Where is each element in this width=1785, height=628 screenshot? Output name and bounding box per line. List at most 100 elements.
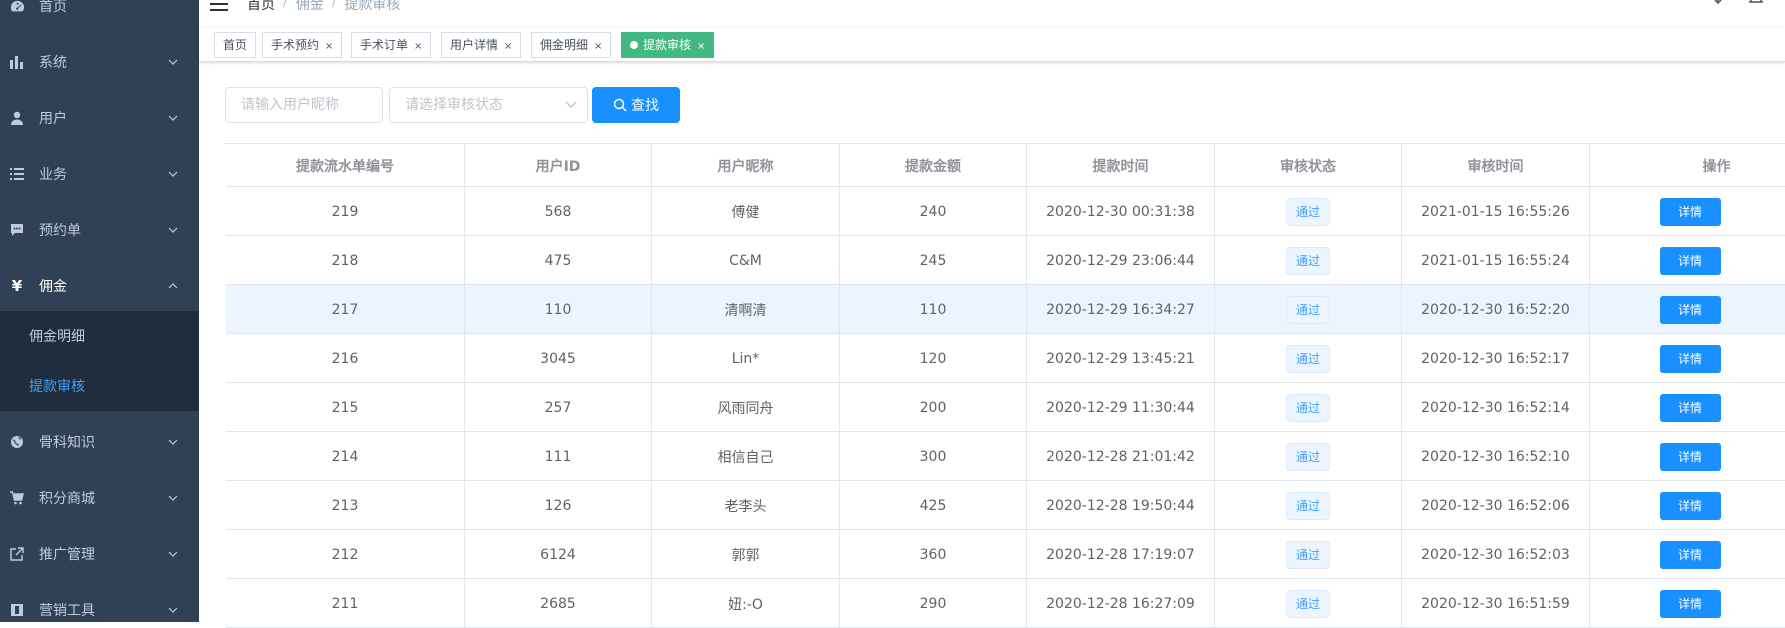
size-select-icon[interactable] (1707, 0, 1729, 10)
chevron-down-icon (168, 171, 178, 177)
breadcrumb-item-home[interactable]: 首页 (247, 0, 275, 14)
close-icon[interactable]: × (697, 35, 705, 59)
sidebar-item-points-mall[interactable]: 积分商城 (0, 470, 199, 526)
close-icon[interactable]: × (325, 35, 333, 59)
sidebar-subitem-label: 提款审核 (29, 379, 85, 395)
table-cell-time: 2020-12-29 16:34:27 (1027, 285, 1215, 334)
detail-button[interactable]: 详情 (1659, 295, 1721, 324)
status-cell: 通过 (1215, 530, 1402, 579)
sidebar-item-business[interactable]: 业务 (0, 146, 199, 202)
table-cell-id: 219 (226, 187, 465, 236)
tag-commission-detail[interactable]: 佣金明细 × (531, 32, 612, 59)
table-row[interactable]: 215 257 风雨同舟 200 2020-12-29 11:30:44 通过 2020-1… (226, 383, 1785, 432)
table-row[interactable]: 214 111 相信自己 300 2020-12-28 21:01:42 通过 2020-1… (226, 432, 1785, 481)
tag-withdraw-audit[interactable]: 提款审核 × (621, 32, 715, 59)
detail-button[interactable]: 详情 (1659, 491, 1721, 520)
sidebar: 首页 系统 用户 业务 预约单 ¥ 佣金 佣金明细 提款审核 骨科知识 积分商城… (0, 0, 199, 622)
table-cell-id: 216 (226, 334, 465, 383)
status-cell: 通过 (1215, 187, 1402, 236)
table-cell-nick: 相信自己 (652, 432, 840, 481)
sidebar-item-commission[interactable]: ¥ 佣金 (0, 258, 199, 314)
detail-button[interactable]: 详情 (1659, 442, 1721, 471)
sidebar-item-appointment[interactable]: 预约单 (0, 202, 199, 258)
sidebar-item-orthopedics[interactable]: 骨科知识 (0, 414, 199, 470)
status-badge: 通过 (1285, 589, 1330, 618)
tag-label: 提款审核 (643, 38, 692, 52)
table-cell-audit-time: 2020-12-30 16:52:10 (1402, 432, 1590, 481)
globe-icon (9, 434, 25, 450)
breadcrumb-item-commission[interactable]: 佣金 (296, 0, 324, 14)
status-badge: 通过 (1285, 540, 1330, 569)
action-cell: 详情 (1590, 236, 1785, 285)
table-cell-audit-time: 2020-12-30 16:52:06 (1402, 481, 1590, 530)
table-cell-time: 2020-12-29 13:45:21 (1027, 334, 1215, 383)
close-icon[interactable]: × (594, 35, 602, 59)
table-cell-id: 213 (226, 481, 465, 530)
table-row[interactable]: 212 6124 郭郭 360 2020-12-28 17:19:07 通过 2020-12… (226, 530, 1785, 579)
sidebar-item-user[interactable]: 用户 (0, 90, 199, 146)
sidebar-item-label: 营销工具 (39, 603, 95, 619)
detail-button[interactable]: 详情 (1659, 393, 1721, 422)
sidebar-item-marketing-tools[interactable]: 营销工具 (0, 582, 199, 622)
table-cell-nick: 傅健 (652, 187, 840, 236)
table-cell-id: 211 (226, 579, 465, 628)
table-cell-uid: 568 (465, 187, 652, 236)
table-cell-audit-time: 2020-12-30 16:52:14 (1402, 383, 1590, 432)
sidebar-item-home[interactable]: 首页 (0, 0, 199, 34)
table-cell-nick: 老李头 (652, 481, 840, 530)
action-cell: 详情 (1590, 432, 1785, 481)
table-cell-time: 2020-12-28 16:27:09 (1027, 579, 1215, 628)
tag-home[interactable]: 首页 (214, 32, 257, 58)
column-header: 用户ID (465, 144, 652, 187)
fullscreen-icon[interactable] (1668, 0, 1690, 10)
status-badge: 通过 (1285, 246, 1330, 275)
table-cell-audit-time: 2020-12-30 16:52:20 (1402, 285, 1590, 334)
table-cell-nick: C&M (652, 236, 840, 285)
table-cell-time: 2020-12-28 19:50:44 (1027, 481, 1215, 530)
table-row[interactable]: 216 3045 Lin* 120 2020-12-29 13:45:21 通过 2020-… (226, 334, 1785, 383)
table-row[interactable]: 217 110 清啊清 110 2020-12-29 16:34:27 通过 2020-12… (226, 285, 1785, 334)
detail-button[interactable]: 详情 (1659, 589, 1721, 618)
nickname-input[interactable]: 请输入用户昵称 (225, 87, 383, 123)
table-row[interactable]: 211 2685 妞:-O 290 2020-12-28 16:27:09 通过 2020-… (226, 579, 1785, 628)
detail-button[interactable]: 详情 (1659, 246, 1721, 275)
table-cell-amount: 240 (840, 187, 1027, 236)
close-icon[interactable]: × (504, 35, 512, 59)
close-icon[interactable]: × (414, 35, 422, 59)
status-badge: 通过 (1285, 491, 1330, 520)
status-cell: 通过 (1215, 285, 1402, 334)
table-row[interactable]: 218 475 C&M 245 2020-12-29 23:06:44 通过 2021-01… (226, 236, 1785, 285)
search-icon (613, 98, 627, 112)
tag-surgery-appointment[interactable]: 手术预约 × (262, 32, 343, 59)
yen-icon: ¥ (11, 277, 23, 295)
table-cell-time: 2020-12-29 11:30:44 (1027, 383, 1215, 432)
sidebar-item-promotion[interactable]: 推广管理 (0, 526, 199, 582)
table-cell-audit-time: 2020-12-30 16:52:17 (1402, 334, 1590, 383)
table-row[interactable]: 219 568 傅健 240 2020-12-30 00:31:38 通过 2021-01-… (226, 187, 1785, 236)
tag-surgery-order[interactable]: 手术订单 × (351, 32, 432, 59)
detail-button[interactable]: 详情 (1659, 197, 1721, 226)
search-button[interactable]: 查找 (592, 87, 680, 123)
chevron-down-icon (168, 115, 178, 121)
audit-status-select[interactable]: 请选择审核状态 (389, 87, 588, 123)
table-cell-amount: 245 (840, 236, 1027, 285)
hamburger-icon[interactable] (209, 0, 229, 14)
table-cell-amount: 300 (840, 432, 1027, 481)
action-cell: 详情 (1590, 187, 1785, 236)
table-cell-id: 215 (226, 383, 465, 432)
tag-user-detail[interactable]: 用户详情 × (441, 32, 522, 59)
detail-button[interactable]: 详情 (1659, 344, 1721, 373)
detail-button[interactable]: 详情 (1659, 540, 1721, 569)
sidebar-subitem-commission-detail[interactable]: 佣金明细 (0, 311, 199, 361)
status-badge: 通过 (1285, 295, 1330, 324)
sidebar-item-system[interactable]: 系统 (0, 34, 199, 90)
bell-icon[interactable] (1745, 0, 1767, 10)
user-icon (9, 110, 25, 126)
navbar: 首页 / 佣金 / 提款审核 (199, 0, 1785, 28)
action-cell: 详情 (1590, 481, 1785, 530)
sidebar-subitem-withdraw-audit[interactable]: 提款审核 (0, 361, 199, 411)
table-cell-uid: 2685 (465, 579, 652, 628)
table-row[interactable]: 213 126 老李头 425 2020-12-28 19:50:44 通过 2020-12… (226, 481, 1785, 530)
breadcrumb-separator: / (331, 0, 337, 10)
table-cell-audit-time: 2021-01-15 16:55:24 (1402, 236, 1590, 285)
